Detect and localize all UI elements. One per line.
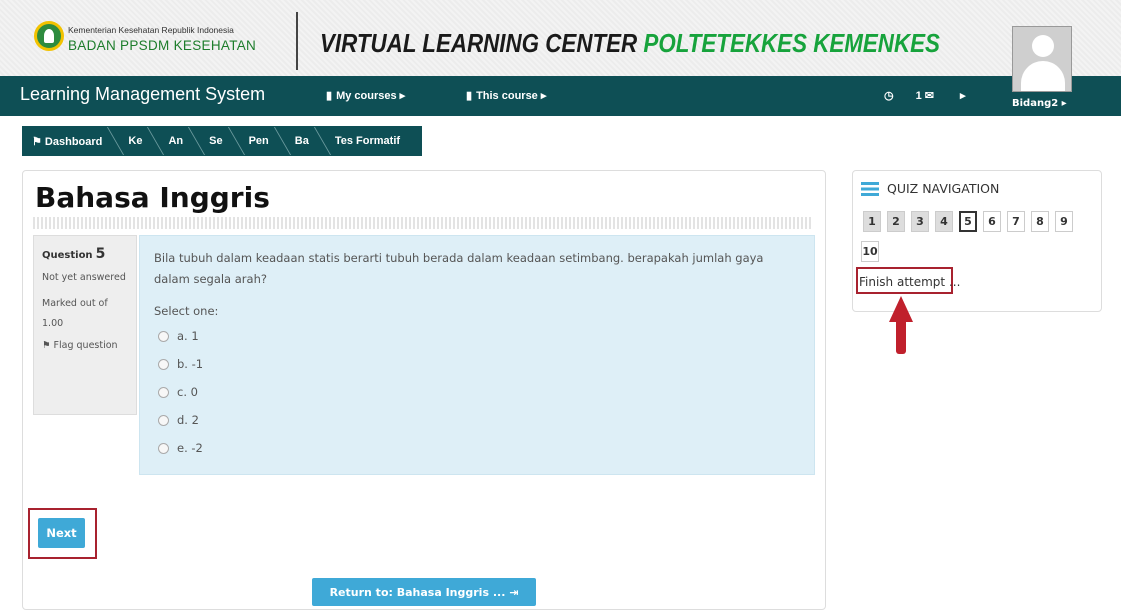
quiz-nav-button[interactable]: 6 xyxy=(983,211,1001,232)
agency-name: BADAN PPSDM KESEHATAN xyxy=(68,38,257,53)
breadcrumb-dashboard[interactable]: ⚑ Dashboard xyxy=(32,135,114,148)
breadcrumb-item[interactable]: Ba xyxy=(281,135,321,147)
breadcrumb: ⚑ Dashboard Ke An Se Pen Ba Tes Formatif xyxy=(22,126,423,156)
breadcrumb-item[interactable]: Ke xyxy=(114,135,154,147)
answer-option-b[interactable]: b. -1 xyxy=(154,354,800,374)
flag-icon: ⚑ xyxy=(42,340,54,351)
answer-option-e[interactable]: e. -2 xyxy=(154,438,800,458)
quiz-navigation-title: QUIZ NAVIGATION xyxy=(861,181,999,196)
question-info: Question 5 Not yet answered Marked out of… xyxy=(33,235,137,415)
logo-divider xyxy=(296,12,298,70)
home-icon: ⚑ xyxy=(32,135,45,148)
notification-count: 1 xyxy=(915,90,922,102)
next-button[interactable]: Next xyxy=(38,518,85,548)
return-to-course-button[interactable]: Return to: Bahasa Inggris ... ⇥ xyxy=(312,578,536,606)
question-content: Bila tubuh dalam keadaan statis berarti … xyxy=(139,235,815,475)
quiz-nav-button-current[interactable]: 5 xyxy=(959,211,977,232)
answer-option-a[interactable]: a. 1 xyxy=(154,326,800,346)
quiz-nav-button[interactable]: 9 xyxy=(1055,211,1073,232)
book-icon: ▮ xyxy=(466,90,473,102)
radio-button[interactable] xyxy=(158,358,169,370)
select-one-label: Select one: xyxy=(154,304,219,318)
quiz-nav-button[interactable]: 8 xyxy=(1031,211,1049,232)
radio-button[interactable] xyxy=(158,442,169,454)
breadcrumb-current[interactable]: Tes Formatif xyxy=(321,135,412,147)
quiz-nav-button[interactable]: 7 xyxy=(1007,211,1025,232)
quiz-nav-button[interactable]: 1 xyxy=(863,211,881,232)
menu-icon[interactable] xyxy=(861,181,879,196)
answer-option-c[interactable]: c. 0 xyxy=(154,382,800,402)
question-mark: Marked out of 1.00 xyxy=(42,298,108,329)
page-title: Bahasa Inggris xyxy=(35,181,270,214)
quiz-nav-button[interactable]: 3 xyxy=(911,211,929,232)
top-navbar: Learning Management System ▮ My courses ▸… xyxy=(0,76,1121,116)
question-status: Not yet answered xyxy=(42,272,126,283)
site-title-part2: POLTETEKKES KEMENKES xyxy=(643,28,940,58)
ministry-name: Kementerian Kesehatan Republik Indonesia xyxy=(68,25,234,35)
site-title: VIRTUAL LEARNING CENTER POLTETEKKES KEME… xyxy=(320,28,940,59)
messages-menu[interactable]: ◷ 1 ✉ xyxy=(884,89,934,102)
courses-icon: ▮ xyxy=(326,90,333,102)
brand-link[interactable]: Learning Management System xyxy=(20,84,265,105)
quiz-nav-button[interactable]: 10 xyxy=(861,241,879,262)
clock-icon: ◷ xyxy=(884,90,894,102)
breadcrumb-item[interactable]: An xyxy=(154,135,195,147)
envelope-icon: ✉ xyxy=(924,90,935,102)
user-menu[interactable]: Bidang2 ▸ xyxy=(1012,98,1067,109)
ministry-emblem-icon xyxy=(34,21,64,51)
breadcrumb-item[interactable]: Se xyxy=(195,135,234,147)
caret-menu[interactable]: ▸ xyxy=(960,89,966,102)
quiz-nav-button[interactable]: 2 xyxy=(887,211,905,232)
radio-button[interactable] xyxy=(158,414,169,426)
main-content: Bahasa Inggris Question 5 Not yet answere… xyxy=(22,170,826,610)
this-course-menu[interactable]: ▮ This course ▸ xyxy=(466,89,546,102)
finish-attempt-link[interactable]: Finish attempt ... xyxy=(859,275,960,289)
user-avatar[interactable] xyxy=(1012,26,1072,92)
annotation-arrow-shaft xyxy=(896,318,906,354)
flag-question-link[interactable]: ⚑ Flag question xyxy=(42,340,128,351)
my-courses-menu[interactable]: ▮ My courses ▸ xyxy=(326,89,405,102)
my-courses-label: My courses ▸ xyxy=(336,90,406,102)
site-title-part1: VIRTUAL LEARNING CENTER xyxy=(320,28,644,58)
question-text: Bila tubuh dalam keadaan statis berarti … xyxy=(154,251,764,286)
radio-button[interactable] xyxy=(158,330,169,342)
breadcrumb-item[interactable]: Pen xyxy=(235,135,281,147)
radio-button[interactable] xyxy=(158,386,169,398)
answer-option-d[interactable]: d. 2 xyxy=(154,410,800,430)
quiz-nav-button[interactable]: 4 xyxy=(935,211,953,232)
ministry-logo: Kementerian Kesehatan Republik Indonesia… xyxy=(24,12,296,72)
title-divider xyxy=(33,217,813,229)
question-number: Question 5 xyxy=(42,246,106,262)
this-course-label: This course ▸ xyxy=(476,90,547,102)
